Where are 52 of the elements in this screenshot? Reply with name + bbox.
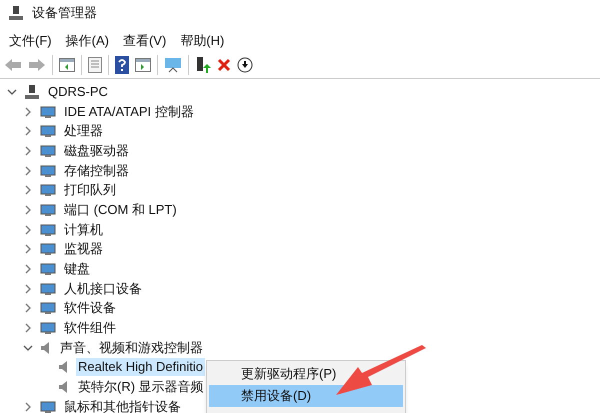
speaker-icon [58,380,70,394]
tree-item[interactable]: 英特尔(R) 显示器音频 [76,378,206,396]
delete-icon[interactable] [217,58,231,72]
device-icon [40,242,56,256]
context-menu-item[interactable]: 更新驱动程序(P) [209,363,403,385]
download-icon[interactable] [237,57,253,73]
tree-item[interactable]: 存储控制器 [62,162,131,180]
tree-item[interactable]: 监视器 [62,240,105,258]
tree-item[interactable]: 键盘 [62,260,92,278]
device-update-icon[interactable] [195,56,211,74]
device-icon [40,400,56,413]
device-icon [40,222,56,237]
tree-item[interactable]: Realtek High Definitio [76,358,206,376]
device-icon [40,183,56,198]
tree-item[interactable]: IDE ATA/ATAPI 控制器 [62,102,196,121]
panel-icon[interactable] [59,58,75,72]
menu-item[interactable]: 操作(A) [60,31,114,51]
tree-item[interactable]: 鼠标和其他指针设备 [62,398,183,413]
tree-item[interactable]: 人机接口设备 [62,280,144,298]
device-icon [40,262,56,276]
device-icon [40,321,56,336]
computer-icon [8,5,24,21]
device-icon [40,104,56,119]
monitor-scan-icon[interactable] [164,57,182,73]
forward-arrow-icon[interactable] [28,58,46,72]
speaker-icon [40,340,52,355]
tree-item[interactable]: 计算机 [62,220,105,239]
device-icon [40,124,56,138]
speaker-icon [58,360,70,374]
menu-item[interactable]: 文件(F) [4,31,57,51]
tree-item[interactable]: QDRS-PC [46,82,110,101]
tree-item[interactable]: 软件组件 [62,319,118,338]
tree-item[interactable]: 软件设备 [62,299,118,318]
device-icon [40,164,56,178]
device-icon [40,202,56,217]
tree-item[interactable]: 端口 (COM 和 LPT) [62,200,179,219]
computer-icon [24,84,40,100]
menu-item[interactable]: 查看(V) [118,31,172,51]
device-icon [40,301,56,316]
device-icon [40,282,56,296]
document-icon[interactable] [88,57,102,73]
tree-item[interactable]: 声音、视频和游戏控制器 [58,338,205,357]
device-icon [40,144,56,158]
window-title: 设备管理器 [32,4,97,22]
back-arrow-icon[interactable] [4,58,22,72]
context-menu-item[interactable]: 禁用设备(D) [209,385,403,407]
panel-icon[interactable] [135,58,151,72]
tree-item[interactable]: 处理器 [62,122,105,140]
menu-item[interactable]: 帮助(H) [175,31,230,51]
tree-item[interactable]: 打印队列 [62,181,118,200]
tree-item[interactable]: 磁盘驱动器 [62,142,131,160]
help-icon[interactable] [115,56,129,74]
